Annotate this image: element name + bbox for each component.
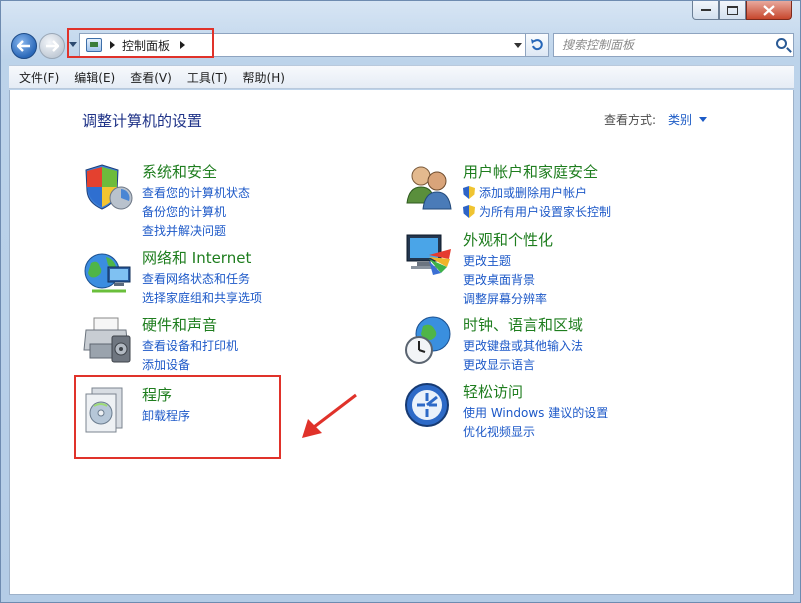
link-add-remove-accounts[interactable]: 添加或删除用户帐户	[463, 184, 611, 203]
category-links: 查看设备和打印机 添加设备	[142, 337, 238, 375]
menu-edit[interactable]: 编辑(E)	[64, 69, 120, 86]
category-links: 使用 Windows 建议的设置 优化视频显示	[463, 404, 608, 442]
category-links: 查看您的计算机状态 备份您的计算机 查找并解决问题	[142, 184, 250, 241]
highlight-box-programs	[74, 375, 281, 459]
link-desktop-background[interactable]: 更改桌面背景	[463, 271, 547, 290]
link-recommended-settings[interactable]: 使用 Windows 建议的设置	[463, 404, 608, 423]
close-button[interactable]	[746, 1, 792, 20]
category-title[interactable]: 硬件和声音	[142, 314, 217, 335]
link-change-theme[interactable]: 更改主题	[463, 252, 547, 271]
menu-file[interactable]: 文件(F)	[9, 69, 64, 86]
monitor-palette-icon	[406, 234, 451, 275]
view-by-label: 查看方式:	[603, 113, 656, 127]
link-view-computer-status[interactable]: 查看您的计算机状态	[142, 184, 250, 203]
forward-button[interactable]	[39, 33, 65, 59]
ease-of-access-icon	[405, 383, 449, 427]
shield-icon	[85, 164, 133, 210]
users-icon	[406, 166, 452, 210]
highlight-box-address	[67, 28, 214, 58]
content-area: 调整计算机的设置 查看方式: 类别 系统和安全 查看您的计算机状态 备份您的计算…	[9, 90, 794, 595]
printer-icon	[83, 317, 131, 363]
refresh-button[interactable]	[525, 33, 549, 57]
menu-view[interactable]: 查看(V)	[120, 69, 177, 86]
link-optimize-display[interactable]: 优化视频显示	[463, 423, 608, 442]
maximize-button[interactable]	[719, 1, 746, 20]
search-box[interactable]	[553, 33, 794, 57]
search-input[interactable]	[554, 34, 754, 56]
link-keyboard-input[interactable]: 更改键盘或其他输入法	[463, 337, 583, 356]
link-display-language[interactable]: 更改显示语言	[463, 356, 583, 375]
page-title: 调整计算机的设置	[82, 112, 203, 130]
forward-arrow-icon	[46, 40, 59, 52]
caption-buttons	[692, 1, 792, 20]
chevron-down-icon[interactable]	[699, 117, 707, 122]
category-title[interactable]: 时钟、语言和区域	[463, 314, 583, 335]
uac-shield-icon	[463, 186, 475, 199]
minimize-button[interactable]	[692, 1, 719, 20]
category-links: 添加或删除用户帐户 为所有用户设置家长控制	[463, 184, 611, 222]
link-screen-resolution[interactable]: 调整屏幕分辨率	[463, 290, 547, 309]
category-title[interactable]: 用户帐户和家庭安全	[463, 161, 598, 182]
category-title[interactable]: 轻松访问	[463, 381, 523, 402]
view-by-dropdown[interactable]: 类别	[668, 111, 692, 128]
view-by-control: 查看方式: 类别	[604, 111, 707, 128]
link-add-device[interactable]: 添加设备	[142, 356, 238, 375]
uac-shield-icon	[463, 205, 475, 218]
category-title[interactable]: 网络和 Internet	[142, 247, 251, 268]
category-links: 查看网络状态和任务 选择家庭组和共享选项	[142, 270, 262, 308]
category-links: 更改主题 更改桌面背景 调整屏幕分辨率	[463, 252, 547, 309]
menu-tools[interactable]: 工具(T)	[177, 69, 233, 86]
back-arrow-icon	[17, 40, 30, 52]
minimize-icon	[700, 9, 711, 11]
menu-bar: 文件(F) 编辑(E) 查看(V) 工具(T) 帮助(H)	[9, 65, 794, 89]
category-title[interactable]: 系统和安全	[142, 161, 217, 182]
maximize-icon	[727, 5, 738, 15]
globe-network-icon	[84, 253, 131, 293]
menu-help[interactable]: 帮助(H)	[233, 69, 290, 86]
category-links: 更改键盘或其他输入法 更改显示语言	[463, 337, 583, 375]
search-icon[interactable]	[776, 38, 787, 49]
link-homegroup-sharing[interactable]: 选择家庭组和共享选项	[142, 289, 262, 308]
close-icon	[763, 4, 775, 16]
link-troubleshoot[interactable]: 查找并解决问题	[142, 222, 250, 241]
refresh-icon	[531, 39, 543, 51]
link-network-status[interactable]: 查看网络状态和任务	[142, 270, 262, 289]
clock-globe-icon	[405, 316, 451, 364]
link-devices-printers[interactable]: 查看设备和打印机	[142, 337, 238, 356]
address-history-dropdown-icon[interactable]	[514, 43, 522, 48]
link-backup-computer[interactable]: 备份您的计算机	[142, 203, 250, 222]
category-title[interactable]: 外观和个性化	[463, 229, 553, 250]
window-frame: 控制面板 文件(F) 编辑(E) 查看(V) 工具(T) 帮助(H) 调整计算机…	[0, 0, 801, 603]
link-parental-controls[interactable]: 为所有用户设置家长控制	[463, 203, 611, 222]
back-button[interactable]	[11, 33, 37, 59]
annotation-arrow-icon	[302, 393, 357, 438]
